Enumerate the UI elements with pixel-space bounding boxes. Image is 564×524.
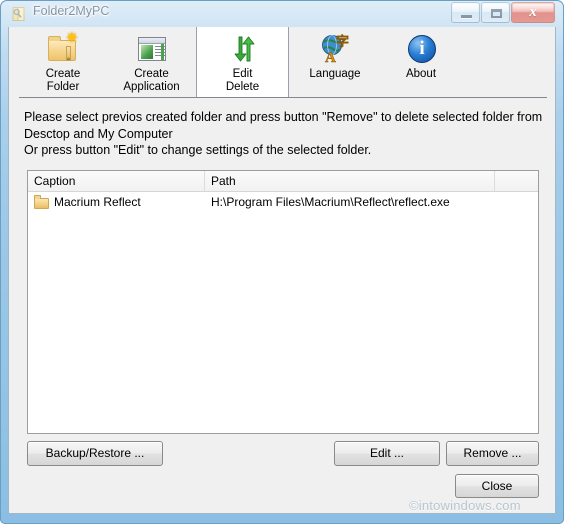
instruction-line-2: Desctop and My Computer	[24, 126, 173, 141]
row-caption: Macrium Reflect	[54, 195, 141, 209]
toolbar-button-edit-delete[interactable]: Edit Delete	[196, 27, 289, 97]
folder2mypc-app-icon	[11, 6, 27, 22]
toolbar-label-create-application: Create Application	[123, 68, 180, 93]
toolbar-button-create-folder[interactable]: ✷ Create Folder	[19, 27, 107, 97]
toolbar: ✷ Create Folder Create Application Edit …	[19, 27, 547, 98]
column-header-extra[interactable]	[495, 171, 538, 191]
instruction-line-3: Or press button "Edit" to change setting…	[24, 143, 372, 157]
column-header-path[interactable]: Path	[205, 171, 495, 191]
folder-list[interactable]: Caption Path Macrium Reflect H:\Program …	[27, 170, 539, 434]
close-button[interactable]: Close	[455, 474, 539, 498]
title-bar[interactable]: Folder2MyPC x	[0, 0, 564, 27]
svg-text:A: A	[325, 50, 336, 65]
toolbar-label-create-folder: Create Folder	[45, 68, 81, 93]
column-header-caption[interactable]: Caption	[28, 171, 205, 191]
minimize-button[interactable]	[451, 2, 480, 23]
toolbar-button-create-application[interactable]: Create Application	[107, 27, 196, 97]
folder-new-icon: ✷	[46, 31, 80, 66]
list-header: Caption Path	[28, 171, 538, 192]
toolbar-label-about: About	[405, 68, 437, 80]
minimize-icon	[461, 15, 472, 18]
backup-restore-button[interactable]: Backup/Restore ...	[27, 441, 163, 466]
instruction-line-1: Please select previos created folder and…	[24, 110, 543, 124]
toolbar-button-about[interactable]: i About	[381, 27, 461, 97]
application-window-icon	[135, 32, 169, 66]
row-path: H:\Program Files\Macrium\Reflect\reflect…	[211, 195, 450, 209]
maximize-icon	[491, 9, 502, 18]
toolbar-label-language: Language	[309, 68, 361, 80]
watermark: ©intowindows.com	[409, 498, 521, 513]
button-gloss	[453, 4, 478, 12]
globe-language-icon: A 字	[318, 32, 352, 66]
green-swap-arrows-icon	[226, 32, 260, 66]
instruction-text: Please select previos created folder and…	[24, 109, 544, 159]
window-close-button[interactable]: x	[511, 2, 555, 23]
edit-button[interactable]: Edit ...	[334, 441, 440, 466]
table-row[interactable]: Macrium Reflect H:\Program Files\Macrium…	[28, 192, 538, 213]
toolbar-button-language[interactable]: A 字 Language	[289, 27, 381, 97]
svg-text:字: 字	[336, 34, 349, 50]
folder-icon	[34, 195, 49, 209]
close-icon: x	[529, 4, 537, 20]
maximize-button[interactable]	[481, 2, 510, 23]
toolbar-label-edit-delete: Edit Delete	[225, 68, 260, 93]
remove-button[interactable]: Remove ...	[446, 441, 539, 466]
info-circle-icon: i	[404, 32, 438, 66]
client-area: ✷ Create Folder Create Application Edit …	[8, 27, 556, 514]
window-title: Folder2MyPC	[33, 4, 110, 18]
application-window: Folder2MyPC x ✷ Create Folder Create App…	[0, 0, 564, 524]
